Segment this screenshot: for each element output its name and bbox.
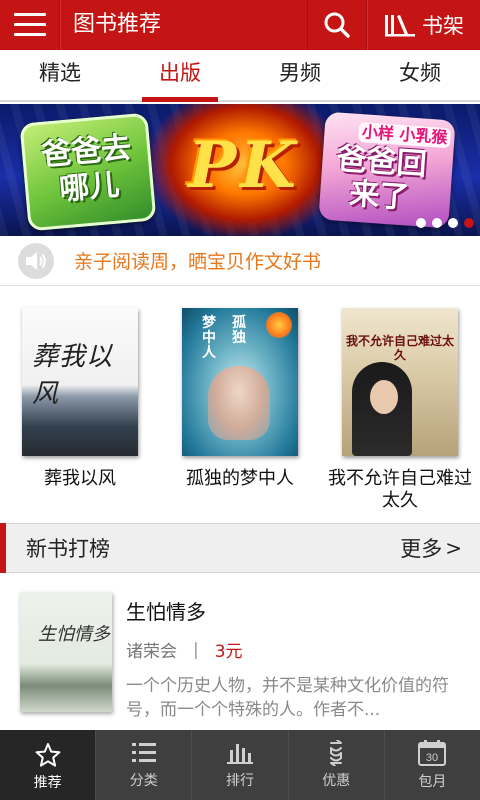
- book-description: 一个个历史人物，并不是某种文化价值的符号，而一个个特殊的人。作者不...: [126, 676, 449, 720]
- calendar-badge: 30: [426, 752, 438, 764]
- tab-female[interactable]: 女频: [360, 50, 480, 100]
- book-title: 孤独的梦中人: [186, 468, 294, 489]
- book-meta: 诸荣会 | 3元: [126, 637, 466, 663]
- nav-recommend[interactable]: 推荐: [0, 730, 96, 800]
- banner-poster-left: 爸爸去哪儿: [19, 112, 157, 232]
- more-link[interactable]: 更多 >: [400, 533, 462, 563]
- section-accent-bar: [0, 523, 6, 573]
- speaker-icon: [18, 242, 54, 279]
- tab-featured[interactable]: 精选: [0, 50, 120, 100]
- book-title: 生怕情多: [126, 600, 206, 624]
- book-cover-title: 葬我以风: [32, 342, 114, 409]
- book-price: 3元: [214, 642, 243, 662]
- nav-label: 排行: [226, 773, 254, 789]
- book-cover-title: 我不允许自己难过太久: [345, 334, 454, 362]
- banner-dot[interactable]: [432, 218, 442, 228]
- meta-separator: |: [193, 639, 199, 660]
- tab-male[interactable]: 男频: [240, 50, 360, 100]
- banner-dot-active[interactable]: [464, 218, 474, 228]
- nav-ranking[interactable]: 排行: [191, 730, 287, 800]
- banner-pk-text: PK: [188, 128, 300, 203]
- book-title: 葬我以风: [44, 468, 116, 489]
- discount-icon: [330, 740, 343, 766]
- category-tabs: 精选 出版 男频 女频: [0, 50, 480, 102]
- banner-dot[interactable]: [416, 218, 426, 228]
- page-title: 图书推荐: [60, 0, 307, 50]
- book-cover: 我不允许自己难过太久: [342, 308, 458, 456]
- book-list-item[interactable]: 生怕情多 生怕情多 诸荣会 | 3元 一个个历史人物，并不是某种文化价值的符号，…: [0, 574, 480, 730]
- announcement-text: 亲子阅读周，晒宝贝作文好书: [74, 251, 322, 273]
- book-card[interactable]: 我不允许自己难过太久 我不允许自己难过太久: [320, 288, 480, 522]
- bar-chart-icon: [227, 744, 253, 764]
- book-info: 生怕情多 诸荣会 | 3元 一个个历史人物，并不是某种文化价值的符号，而一个个特…: [126, 592, 466, 730]
- nav-label: 优惠: [322, 773, 351, 789]
- search-button[interactable]: [307, 0, 367, 50]
- cover-figure: [208, 366, 270, 440]
- bottom-navigation: 推荐 分类 排行 优惠 30 包月: [0, 730, 480, 800]
- book-author: 诸荣会: [126, 642, 177, 662]
- bookshelf-button[interactable]: 书架: [367, 0, 480, 50]
- section-title: 新书打榜: [26, 537, 110, 561]
- nav-label: 包月: [418, 774, 447, 790]
- hamburger-menu-icon: [13, 13, 46, 37]
- book-grid: 葬我以风 葬我以风 梦中人 孤独 孤独的梦中人 我不允许自己难过太久 我不允许自…: [0, 288, 480, 522]
- book-cover: 生怕情多: [20, 592, 112, 712]
- cover-face: [370, 380, 398, 414]
- banner-right-text: 爸爸回来了: [335, 141, 428, 216]
- book-cover: 葬我以风: [22, 308, 138, 456]
- nav-category[interactable]: 分类: [95, 730, 191, 800]
- bookshelf-label: 书架: [422, 14, 464, 38]
- star-icon: [35, 742, 60, 767]
- cover-sun: [266, 312, 292, 338]
- calendar-icon: 30: [418, 740, 447, 766]
- more-label: 更多: [400, 537, 443, 561]
- promo-banner[interactable]: 爸爸去哪儿 PK 小样 小乳猴 爸爸回来了: [0, 104, 480, 236]
- search-icon: [324, 12, 350, 38]
- book-cover-title: 生怕情多: [38, 624, 110, 645]
- list-icon: [131, 743, 156, 762]
- banner-left-text: 爸爸去哪儿: [39, 130, 133, 208]
- announcement-bar[interactable]: 亲子阅读周，晒宝贝作文好书: [0, 236, 480, 286]
- bookshelf-icon: [385, 15, 415, 37]
- banner-page-indicator: [416, 218, 474, 228]
- book-title: 我不允许自己难过太久: [328, 468, 472, 511]
- nav-monthly[interactable]: 30 包月: [383, 730, 480, 800]
- book-card[interactable]: 葬我以风 葬我以风: [0, 288, 160, 522]
- banner-poster-right: 小样 小乳猴 爸爸回来了: [318, 111, 456, 229]
- tab-published[interactable]: 出版: [120, 50, 240, 102]
- chevron-right-icon: >: [445, 536, 462, 560]
- banner-dot[interactable]: [448, 218, 458, 228]
- book-cover-title: 梦中人: [202, 315, 216, 361]
- book-card[interactable]: 梦中人 孤独 孤独的梦中人: [160, 288, 320, 522]
- app-header: 图书推荐 书架: [0, 0, 480, 50]
- section-header: 新书打榜 更多 >: [0, 523, 480, 573]
- menu-button[interactable]: [0, 0, 60, 50]
- book-cover-title: 孤独: [232, 315, 246, 346]
- nav-discount[interactable]: 优惠: [287, 730, 384, 800]
- book-cover: 梦中人 孤独: [182, 308, 298, 456]
- nav-label: 推荐: [33, 774, 62, 791]
- nav-label: 分类: [129, 773, 158, 789]
